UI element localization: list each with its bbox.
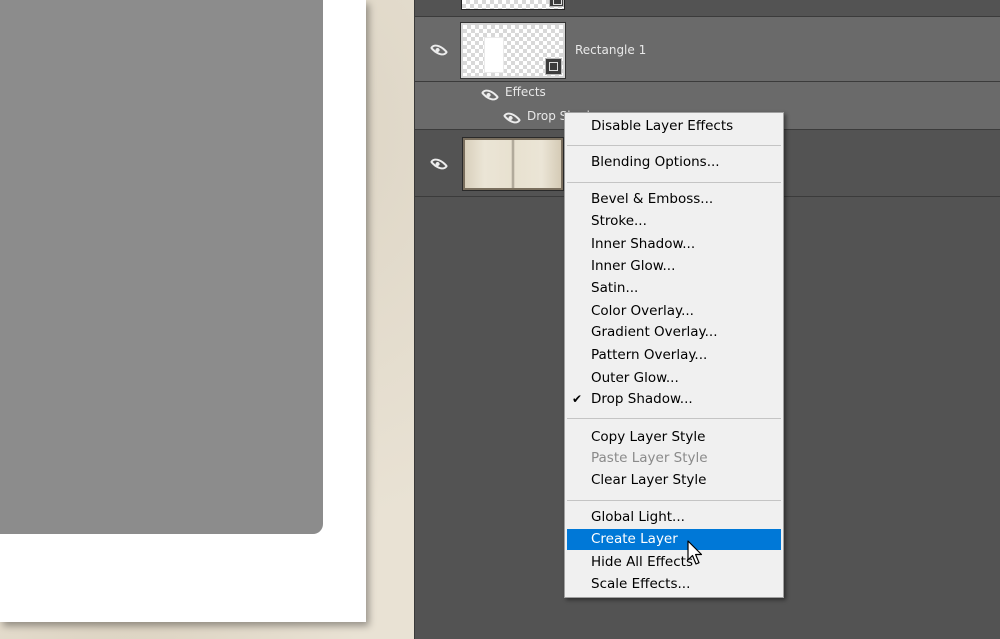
menu-item-label: Drop Shadow... bbox=[591, 391, 693, 407]
menu-item-global-light[interactable]: Global Light... bbox=[567, 507, 781, 528]
menu-item-inner-shadow[interactable]: Inner Shadow... bbox=[567, 234, 781, 255]
menu-item-outer-glow[interactable]: Outer Glow... bbox=[567, 368, 781, 389]
vector-mask-icon bbox=[545, 58, 562, 75]
layer-thumbnail bbox=[462, 137, 564, 191]
menu-item-clear-layer-style[interactable]: Clear Layer Style bbox=[567, 470, 781, 491]
eye-icon[interactable] bbox=[502, 108, 522, 128]
menu-item-stroke[interactable]: Stroke... bbox=[567, 211, 781, 232]
mouse-pointer-icon bbox=[687, 540, 703, 565]
menu-separator bbox=[567, 500, 781, 501]
rectangle-shape bbox=[0, 0, 323, 534]
menu-item-paste-layer-style: Paste Layer Style bbox=[591, 450, 708, 466]
eye-icon[interactable] bbox=[429, 154, 449, 174]
eye-icon[interactable] bbox=[429, 40, 449, 60]
menu-item-pattern-overlay[interactable]: Pattern Overlay... bbox=[567, 345, 781, 366]
menu-item-create-layer[interactable]: Create Layer bbox=[567, 529, 781, 550]
menu-item-disable-layer-effects[interactable]: Disable Layer Effects bbox=[567, 116, 781, 137]
menu-item-copy-layer-style[interactable]: Copy Layer Style bbox=[567, 427, 781, 448]
eye-icon[interactable] bbox=[480, 85, 500, 105]
menu-separator bbox=[567, 145, 781, 146]
menu-item-bevel-emboss[interactable]: Bevel & Emboss... bbox=[567, 189, 781, 210]
paper-frame bbox=[0, 0, 366, 622]
vector-mask-icon bbox=[549, 0, 564, 7]
menu-item-gradient-overlay[interactable]: Gradient Overlay... bbox=[567, 322, 781, 343]
menu-item-drop-shadow[interactable]: ✔ Drop Shadow... bbox=[567, 389, 781, 410]
menu-item-inner-glow[interactable]: Inner Glow... bbox=[567, 256, 781, 277]
menu-item-hide-all-effects[interactable]: Hide All Effects bbox=[567, 552, 781, 573]
menu-item-color-overlay[interactable]: Color Overlay... bbox=[567, 301, 781, 322]
menu-separator bbox=[567, 182, 781, 183]
menu-item-scale-effects[interactable]: Scale Effects... bbox=[567, 574, 781, 595]
menu-separator bbox=[567, 418, 781, 419]
layer-thumbnail bbox=[461, 0, 565, 10]
effects-label: Effects bbox=[505, 85, 546, 99]
document-canvas[interactable] bbox=[0, 0, 414, 639]
layer-row-top[interactable] bbox=[415, 0, 1000, 17]
layer-name[interactable]: Rectangle 1 bbox=[575, 43, 646, 57]
checkmark-icon: ✔ bbox=[572, 392, 583, 406]
layer-effects-row[interactable]: Effects bbox=[415, 82, 1000, 106]
layer-row-rectangle-1[interactable]: Rectangle 1 bbox=[415, 17, 1000, 82]
layer-style-context-menu: Disable Layer Effects Blending Options..… bbox=[564, 112, 784, 598]
layer-thumbnail bbox=[460, 22, 566, 79]
menu-item-satin[interactable]: Satin... bbox=[567, 278, 781, 299]
menu-item-blending-options[interactable]: Blending Options... bbox=[567, 152, 781, 173]
